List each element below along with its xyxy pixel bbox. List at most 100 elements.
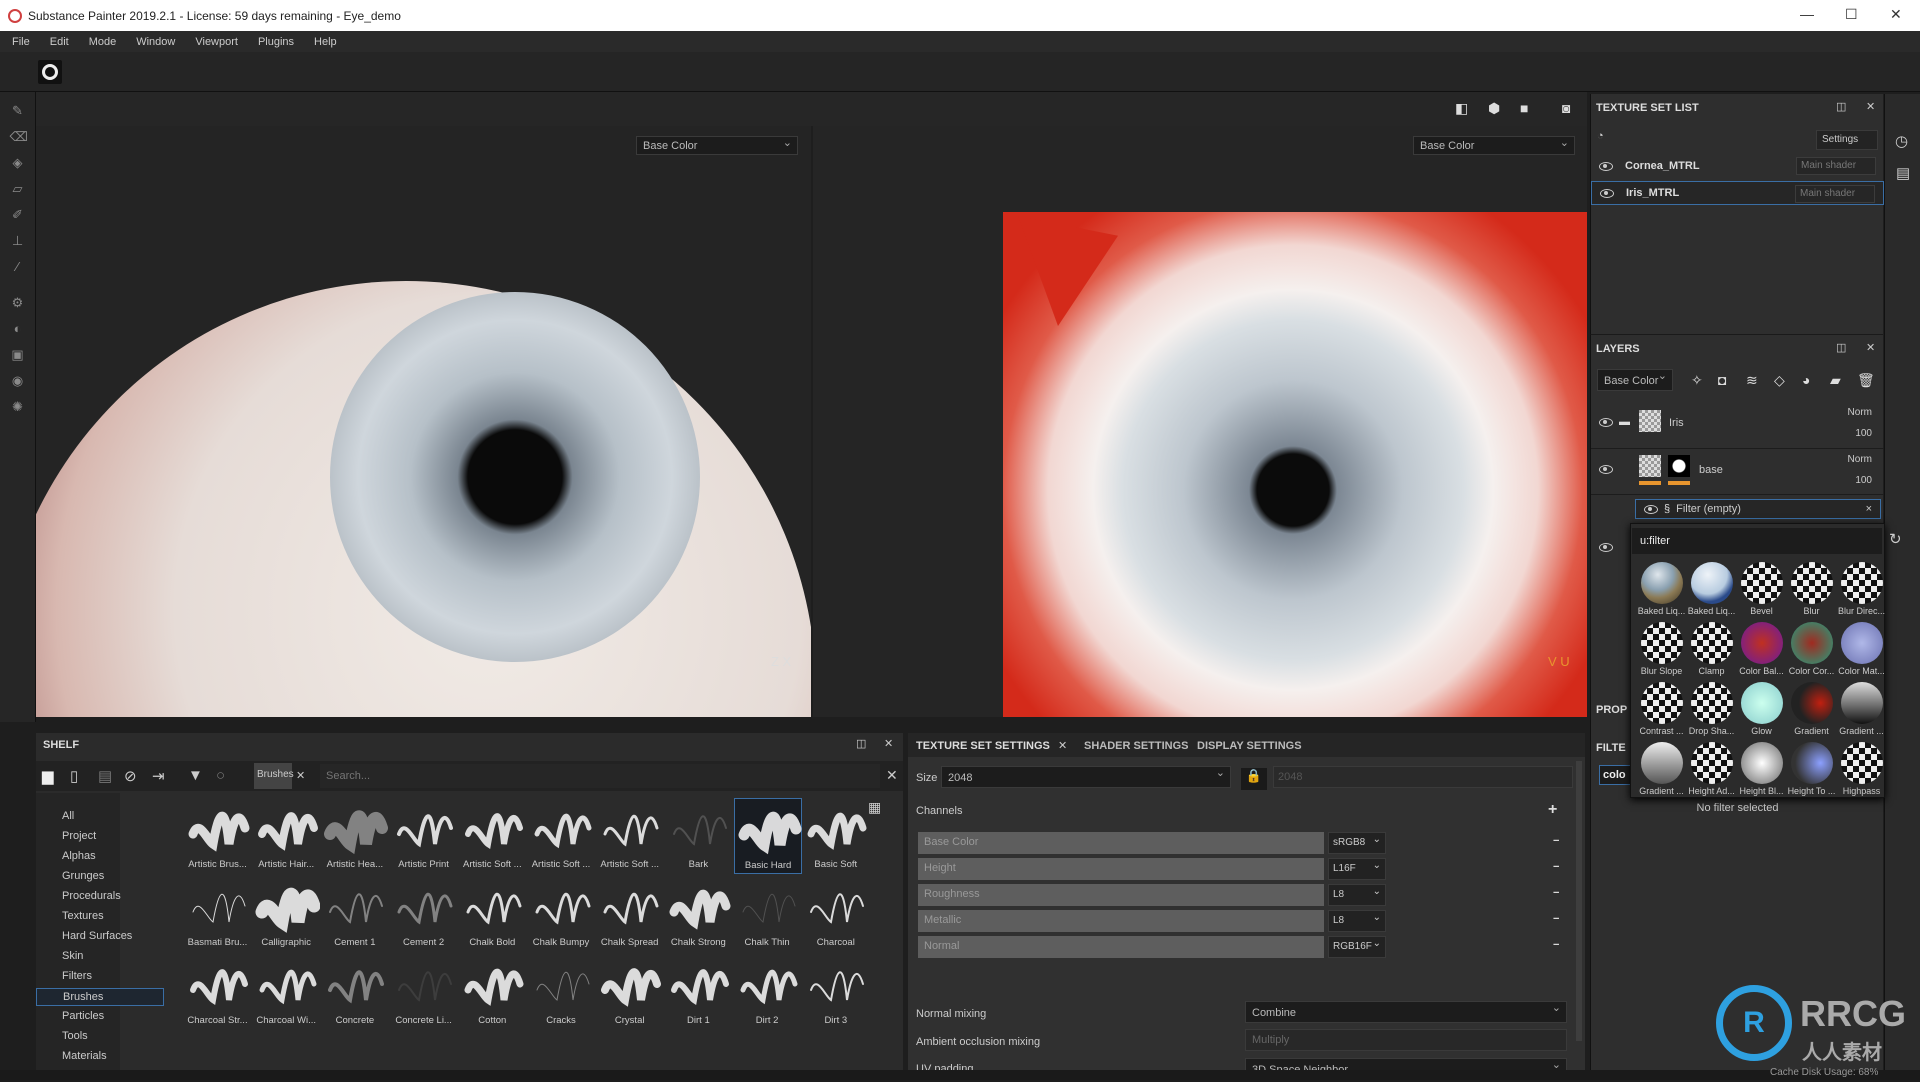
brush-item[interactable]: Chalk Thin [734, 876, 802, 952]
hide-icon[interactable]: ⊘ [124, 767, 137, 785]
brush-item[interactable]: Artistic Soft ... [528, 798, 596, 874]
delete-layer-icon[interactable]: 🗑 [1857, 372, 1875, 389]
add-channel-icon[interactable]: + [1548, 801, 1557, 819]
maximize-button[interactable]: ☐ [1845, 6, 1858, 23]
texture-set-row-selected[interactable]: Iris_MTRL Main shader [1591, 181, 1884, 205]
clone-stamp-icon[interactable]: ⊥ [10, 234, 26, 248]
filter-thumbnail[interactable] [1741, 622, 1783, 664]
layer-channel-select[interactable]: Base Color [1597, 369, 1673, 391]
visibility-eye-icon[interactable] [1600, 188, 1614, 198]
add-smart-mask-icon[interactable]: ◕ [1802, 372, 1810, 388]
brush-item[interactable]: Artistic Soft ... [596, 798, 664, 874]
filter-thumbnail[interactable] [1791, 682, 1833, 724]
log-icon[interactable]: ▤ [1896, 164, 1910, 182]
filter-thumbnail[interactable] [1791, 622, 1833, 664]
filter-thumbnail[interactable] [1641, 562, 1683, 604]
brush-item[interactable]: Concrete [321, 954, 389, 1030]
brush-item[interactable]: Charcoal [802, 876, 870, 952]
polygon-fill-icon[interactable]: ▱ [10, 182, 26, 196]
screenshot-icon[interactable]: ◙ [1562, 100, 1570, 116]
shelf-category[interactable]: Brushes [36, 988, 164, 1006]
brush-item[interactable]: Crystal [596, 954, 664, 1030]
shelf-category[interactable]: Skin [62, 950, 83, 962]
brushes-tag[interactable]: Brushes [254, 763, 294, 789]
clear-search-icon[interactable]: ✕ [886, 767, 898, 784]
tab-shader-settings[interactable]: SHADER SETTINGS [1084, 740, 1189, 752]
viewport-3d[interactable]: Base Color Z X [36, 126, 811, 717]
shelf-category[interactable]: Procedurals [62, 890, 121, 902]
scrollbar[interactable] [1576, 761, 1582, 1041]
layer-row[interactable]: base Norm 100 [1591, 449, 1884, 495]
float-panel-icon[interactable]: ◫ [856, 737, 866, 750]
viewport-channel-select-left[interactable]: Base Color [636, 136, 798, 155]
blend-mode-select[interactable]: Norm [1848, 454, 1872, 465]
opacity-select[interactable]: 100 [1855, 475, 1872, 486]
texture-set-row[interactable]: Cornea_MTRL Main shader [1591, 154, 1884, 178]
color-picker-icon[interactable]: ⁄ [10, 260, 26, 274]
brush-item[interactable]: Dirt 1 [665, 954, 733, 1030]
paint-brush-icon[interactable]: ✎ [10, 104, 26, 118]
filter-thumbnail[interactable] [1641, 622, 1683, 664]
menu-plugins[interactable]: Plugins [258, 36, 294, 48]
split-view-icon[interactable]: ◧ [1455, 100, 1468, 117]
remove-channel-icon[interactable]: − [1553, 835, 1559, 847]
close-panel-icon[interactable]: ✕ [884, 737, 893, 750]
brush-item[interactable]: Dirt 3 [802, 954, 870, 1030]
shelf-category[interactable]: Particles [62, 1010, 104, 1022]
brush-item[interactable]: Artistic Hea... [321, 798, 389, 874]
shelf-category[interactable]: Tools [62, 1030, 88, 1042]
menu-window[interactable]: Window [136, 36, 175, 48]
normal-mixing-select[interactable]: Combine [1245, 1001, 1567, 1023]
shader-dropdown[interactable]: Main shader [1795, 185, 1875, 203]
filter-thumbnail[interactable] [1791, 742, 1833, 784]
remove-channel-icon[interactable]: − [1553, 861, 1559, 873]
shelf-category[interactable]: Filters [62, 970, 92, 982]
channel-format-select[interactable]: L16F [1328, 858, 1386, 880]
brush-item[interactable]: Calligraphic [253, 876, 321, 952]
layer-row[interactable]: ▬ Iris Norm 100 [1591, 402, 1884, 449]
remove-tag-icon[interactable]: ✕ [296, 769, 305, 782]
iray-icon[interactable]: ◉ [10, 374, 26, 388]
tab-display-settings[interactable]: DISPLAY SETTINGS [1197, 740, 1302, 752]
opacity-select[interactable]: 100 [1855, 428, 1872, 439]
brush-item[interactable]: Basic Soft [802, 798, 870, 874]
filter-thumbnail[interactable] [1641, 742, 1683, 784]
filter-thumbnail[interactable] [1691, 562, 1733, 604]
shelf-category[interactable]: Textures [62, 910, 104, 922]
menu-mode[interactable]: Mode [89, 36, 117, 48]
channel-format-select[interactable]: sRGB8 [1328, 832, 1386, 854]
menu-viewport[interactable]: Viewport [195, 36, 238, 48]
close-tab-icon[interactable]: ✕ [1058, 739, 1067, 752]
brush-item[interactable]: Artistic Print [390, 798, 458, 874]
brush-item[interactable]: Charcoal Wi... [253, 954, 321, 1030]
eraser-icon[interactable]: ⌫ [10, 130, 28, 144]
filter-thumbnail[interactable] [1841, 562, 1883, 604]
brush-item[interactable]: Chalk Bold [459, 876, 527, 952]
filter-thumbnail[interactable] [1641, 682, 1683, 724]
remove-filter-icon[interactable]: × [1866, 503, 1872, 515]
visibility-eye-icon[interactable] [1599, 465, 1613, 474]
projection-icon[interactable]: ◈ [10, 156, 26, 170]
brush-item[interactable]: Basic Hard [733, 798, 802, 874]
filter-layer-row[interactable]: § Filter (empty) × [1635, 499, 1881, 519]
filter-thumbnail[interactable] [1841, 682, 1883, 724]
float-panel-icon[interactable]: ◫ [1836, 100, 1846, 113]
visibility-eye-icon[interactable] [1599, 161, 1613, 171]
add-layer-icon[interactable]: ≋ [1746, 372, 1758, 389]
filter-funnel-icon[interactable]: ▼ [188, 767, 203, 784]
filter-thumbnail[interactable] [1791, 562, 1833, 604]
brush-item[interactable]: Artistic Hair... [253, 798, 321, 874]
bake-icon[interactable]: ◐ [10, 322, 26, 336]
brush-item[interactable]: Basmati Bru... [184, 876, 252, 952]
minimize-button[interactable]: — [1800, 6, 1814, 22]
circle-icon[interactable]: ○ [216, 767, 225, 784]
channel-format-select[interactable]: L8 [1328, 910, 1386, 932]
remove-channel-icon[interactable]: − [1553, 913, 1559, 925]
filter-thumbnail[interactable] [1691, 742, 1733, 784]
float-panel-icon[interactable]: ◫ [1836, 341, 1846, 354]
import-icon[interactable]: ⇥ [152, 767, 165, 785]
channel-format-select[interactable]: L8 [1328, 884, 1386, 906]
shader-dropdown[interactable]: Main shader [1796, 157, 1876, 175]
history-icon[interactable]: ◷ [1895, 132, 1908, 150]
blend-mode-select[interactable]: Norm [1848, 407, 1872, 418]
